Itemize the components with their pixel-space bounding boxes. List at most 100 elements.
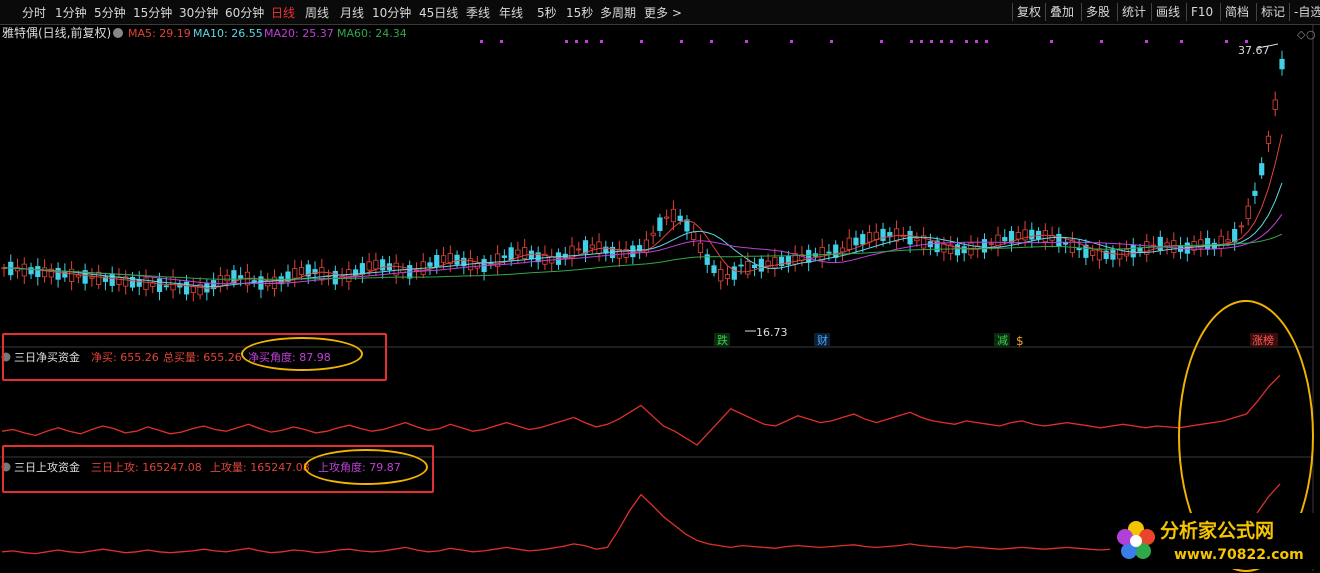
period-tab-6[interactable]: 日线 <box>271 4 295 21</box>
candle-body <box>711 265 717 274</box>
candle-body <box>1252 190 1258 196</box>
candle-body <box>96 271 102 286</box>
candle-body <box>359 263 365 275</box>
period-tab-9[interactable]: 10分钟 <box>372 4 411 21</box>
signal-dot <box>880 40 883 43</box>
toolbar-button-5[interactable]: F10 <box>1186 3 1217 21</box>
signal-dot <box>985 40 988 43</box>
period-tab-8[interactable]: 月线 <box>340 4 364 21</box>
candle-body <box>89 276 95 279</box>
signal-dot <box>930 40 933 43</box>
signal-dot <box>480 40 483 43</box>
period-tab-3[interactable]: 15分钟 <box>133 4 172 21</box>
period-toolbar: 分时 1分钟 5分钟 15分钟 30分钟 60分钟 日线 周线 月线 10分钟 45日线 季线 年线 5秒… <box>0 0 1320 25</box>
toolbar-button-0[interactable]: 复权 <box>1012 3 1045 21</box>
highlight-ellipse-angle2 <box>304 449 428 485</box>
candle-body <box>846 237 852 250</box>
candle-body <box>373 259 379 270</box>
period-tab-5[interactable]: 60分钟 <box>225 4 264 21</box>
candle-body <box>1110 249 1116 260</box>
watermark-url: www.70822.com <box>1174 547 1304 563</box>
period-tab-12[interactable]: 年线 <box>499 4 523 21</box>
candle-body <box>1015 232 1021 240</box>
candle-body <box>596 241 602 255</box>
candle-body <box>1130 244 1136 258</box>
candle-body <box>190 286 196 293</box>
candle-body <box>657 217 663 231</box>
candle-body <box>427 262 433 267</box>
event-cai[interactable]: 财 <box>817 333 828 347</box>
period-tab-2[interactable]: 5分钟 <box>94 4 126 21</box>
candle-body <box>758 258 764 272</box>
candle-body <box>880 228 886 241</box>
toolbar-button-8[interactable]: -自选 <box>1289 3 1320 21</box>
candle-body <box>589 244 595 249</box>
candle-body <box>873 231 879 240</box>
signal-dot <box>975 40 978 43</box>
candle-body <box>853 237 859 246</box>
low-price-label: 16.73 <box>756 326 788 339</box>
candle-body <box>380 259 386 271</box>
candle-body <box>238 275 244 279</box>
candle-body <box>55 267 61 280</box>
chevron-down-icon[interactable] <box>113 28 123 38</box>
candle-body <box>650 232 656 236</box>
candle-body <box>738 264 744 267</box>
candle-body <box>724 274 731 279</box>
candle-body <box>1029 229 1035 240</box>
event-die[interactable]: 跌 <box>717 333 728 347</box>
panel-collapse-icon[interactable]: ◇ <box>1297 28 1306 41</box>
candle-body <box>630 245 636 258</box>
candle-body <box>718 269 724 282</box>
period-tab-14[interactable]: 15秒 <box>566 4 593 21</box>
toolbar-button-3[interactable]: 统计 <box>1117 3 1150 21</box>
signal-dot <box>940 40 943 43</box>
candle-body <box>75 274 81 278</box>
ma20-label: MA20: 25.37 <box>264 27 334 40</box>
toolbar-button-6[interactable]: 简档 <box>1220 3 1253 21</box>
candle-body <box>1225 239 1231 243</box>
period-tab-16[interactable]: 更多 > <box>644 4 682 21</box>
candle-body <box>28 267 34 275</box>
toolbar-button-4[interactable]: 画线 <box>1151 3 1184 21</box>
period-tab-13[interactable]: 5秒 <box>537 4 557 21</box>
candle-body <box>1205 238 1211 250</box>
toolbar-button-2[interactable]: 多股 <box>1081 3 1114 21</box>
signal-dot <box>950 40 953 43</box>
candle-body <box>21 263 27 277</box>
candle-body <box>1232 229 1238 243</box>
candle-body <box>576 248 582 251</box>
signal-dot <box>640 40 643 43</box>
event-dollar[interactable]: $ <box>1016 334 1024 348</box>
high-price-label: 37.67 <box>1238 44 1270 57</box>
period-tab-10[interactable]: 45日线 <box>419 4 458 21</box>
candle-body <box>677 215 683 221</box>
period-tab-7[interactable]: 周线 <box>305 4 329 21</box>
toolbar-button-7[interactable]: 标记 <box>1256 3 1289 21</box>
candle-body <box>826 251 832 254</box>
toolbar-button-1[interactable]: 叠加 <box>1045 3 1078 21</box>
signal-dot <box>575 40 578 43</box>
watermark-title: 分析家公式网 <box>1160 519 1274 542</box>
period-tab-4[interactable]: 30分钟 <box>179 4 218 21</box>
candle-body <box>684 219 690 232</box>
signal-dot <box>585 40 588 43</box>
signal-dot <box>1225 40 1228 43</box>
candle-body <box>1002 237 1008 242</box>
candle-body <box>136 279 142 287</box>
candle-body <box>582 240 589 254</box>
candle-body <box>440 255 447 263</box>
candle-body <box>839 247 846 253</box>
signal-dot <box>710 40 713 43</box>
stock-title: 雅特偶(日线,前复权) <box>2 25 111 40</box>
period-tab-11[interactable]: 季线 <box>466 4 490 21</box>
candle-body <box>670 208 677 223</box>
panel-settings-icon[interactable]: ○ <box>1306 28 1316 41</box>
period-tab-1[interactable]: 1分钟 <box>55 4 87 21</box>
period-tab-0[interactable]: 分时 <box>22 4 46 21</box>
candle-body <box>522 247 528 259</box>
event-jian[interactable]: 减 <box>997 334 1008 347</box>
period-tab-15[interactable]: 多周期 <box>600 4 636 21</box>
candle-body <box>941 243 947 253</box>
ma60-label: MA60: 24.34 <box>337 27 407 40</box>
